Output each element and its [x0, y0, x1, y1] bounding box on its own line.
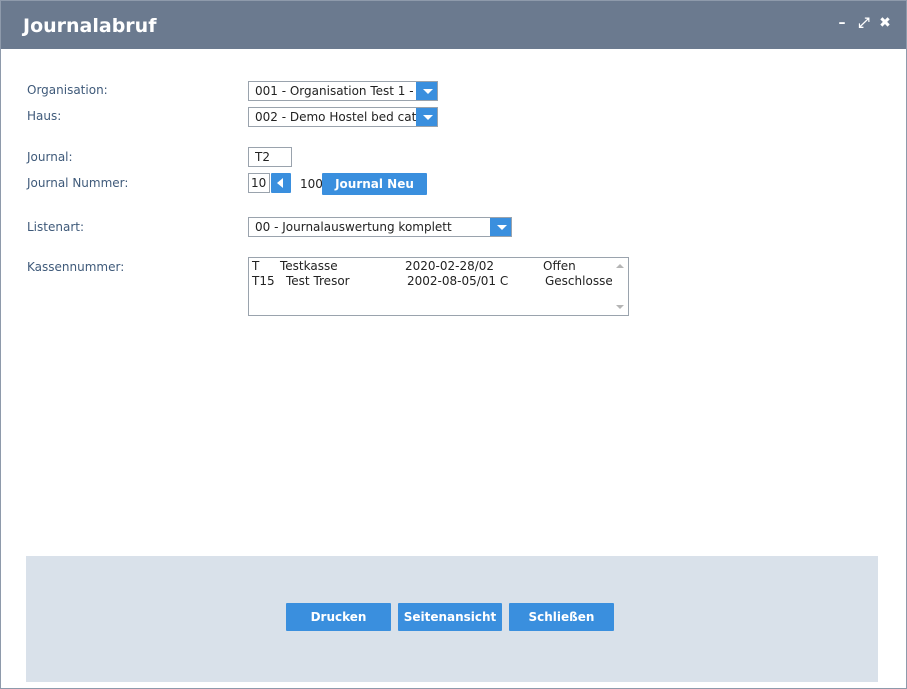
- list-item[interactable]: T Testkasse 2020-02-28/02 Offen: [249, 259, 611, 273]
- kasse-code: T: [252, 259, 260, 273]
- journalabruf-dialog: Journalabruf – ⤢ ✖ Organisation: 001 - O…: [0, 0, 907, 689]
- journal-nummer-display: 100: [300, 177, 323, 191]
- kasse-status: Offen: [543, 259, 576, 273]
- drucken-button[interactable]: Drucken: [286, 603, 391, 631]
- kassennummer-listbox[interactable]: T Testkasse 2020-02-28/02 Offen T15 Test…: [248, 257, 629, 316]
- haus-value: 002 - Demo Hostel bed category: [255, 110, 438, 124]
- listenart-dropdown[interactable]: 00 - Journalauswertung komplett: [248, 217, 512, 237]
- organisation-label: Organisation:: [27, 83, 108, 97]
- organisation-value: 001 - Organisation Test 1 - nicht: [255, 84, 438, 98]
- journal-neu-button[interactable]: Journal Neu: [322, 173, 427, 195]
- seitenansicht-button[interactable]: Seitenansicht: [398, 603, 502, 631]
- caret-left-icon: [277, 178, 283, 188]
- button-footer: Drucken Seitenansicht Schließen: [26, 556, 878, 682]
- scroll-down-icon[interactable]: [616, 305, 624, 309]
- journal-input[interactable]: [248, 147, 292, 167]
- list-item[interactable]: T15 Test Tresor 2002-08-05/01 C Geschlos…: [249, 274, 620, 288]
- kasse-status: Geschlossen: [545, 274, 621, 288]
- schliessen-button[interactable]: Schließen: [509, 603, 614, 631]
- kasse-date: 2020-02-28/02: [405, 259, 495, 273]
- scroll-up-icon[interactable]: [616, 264, 624, 268]
- title-bar[interactable]: Journalabruf – ⤢ ✖: [1, 1, 906, 49]
- kasse-date: 2002-08-05/01 C: [407, 274, 509, 288]
- kasse-code: T15: [252, 274, 275, 288]
- listenart-value: 00 - Journalauswertung komplett: [255, 220, 452, 234]
- kasse-name: Test Tresor: [286, 274, 350, 288]
- journal-nummer-input[interactable]: [248, 173, 270, 193]
- journal-label: Journal:: [27, 150, 73, 164]
- haus-label: Haus:: [27, 109, 62, 123]
- close-icon[interactable]: ✖: [877, 15, 893, 31]
- journal-nummer-label: Journal Nummer:: [27, 176, 129, 190]
- previous-number-button[interactable]: [271, 173, 291, 193]
- chevron-down-icon[interactable]: [490, 218, 511, 236]
- chevron-down-icon[interactable]: [416, 108, 437, 126]
- maximize-icon[interactable]: ⤢: [856, 15, 872, 31]
- chevron-down-icon[interactable]: [416, 82, 437, 100]
- organisation-dropdown[interactable]: 001 - Organisation Test 1 - nicht: [248, 81, 438, 101]
- listbox-scrollbar[interactable]: [612, 258, 628, 315]
- minimize-icon[interactable]: –: [834, 15, 850, 31]
- listenart-label: Listenart:: [27, 220, 84, 234]
- window-title: Journalabruf: [23, 15, 157, 37]
- kasse-name: Testkasse: [280, 259, 338, 273]
- haus-dropdown[interactable]: 002 - Demo Hostel bed category: [248, 107, 438, 127]
- kassennummer-label: Kassennummer:: [27, 260, 125, 274]
